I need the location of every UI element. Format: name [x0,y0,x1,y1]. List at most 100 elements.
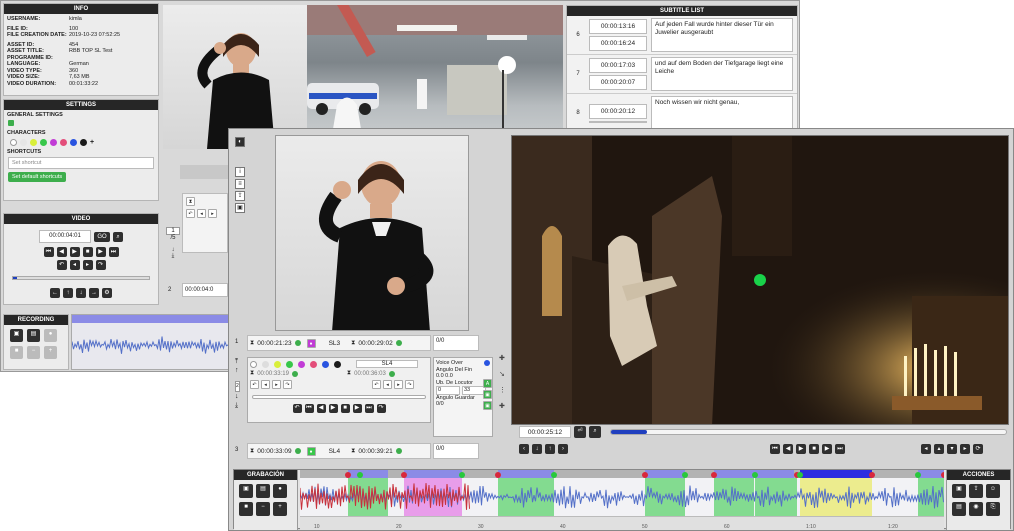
voice-over-toggle[interactable] [484,360,490,366]
settings-gear-icon[interactable]: ⚙ [102,288,112,298]
camera-icon[interactable]: ▣ [10,329,23,342]
timeline-marker-icon[interactable] [345,472,351,478]
character-color-icon[interactable] [40,139,47,146]
record-icon[interactable]: ● [44,329,57,342]
sub2-prev2-icon[interactable]: ◂ [383,380,392,389]
acc-subtitle-icon[interactable]: ▤ [952,502,966,516]
sub2-redo-icon[interactable]: ↷ [283,380,292,389]
grab-minus-icon[interactable]: − [256,502,270,516]
nav-top-icon[interactable]: ⤒ [235,357,240,366]
fg-stop-icon[interactable]: ■ [809,444,819,454]
nudge-right-icon[interactable]: › [558,444,568,454]
nav-bottom-icon[interactable]: ⤓ [235,401,240,410]
char-black-icon[interactable] [334,360,341,368]
redo-icon[interactable]: ↷ [95,260,106,270]
voice-save2-icon[interactable]: ▣ [483,401,492,410]
tool-g-icon[interactable]: ⏭ [364,404,374,413]
sub2-undo-icon[interactable]: ↶ [250,380,259,389]
sub1-in-marker-icon[interactable] [294,340,301,346]
tool-f-icon[interactable]: ▶ [352,404,362,413]
char-blue-icon[interactable] [322,360,329,368]
skip-end-icon[interactable]: ⏭ [108,247,119,257]
nudge-left-icon[interactable]: ‹ [519,444,529,454]
bg-timecode-partial[interactable]: 00:00:04:0 [182,283,228,297]
char-grey-icon[interactable] [262,360,269,368]
subtitle-out-time[interactable] [589,120,647,123]
angle-unlink-icon[interactable]: ⋮ [499,383,506,399]
acc-save-icon[interactable]: ▣ [952,484,966,498]
play-icon[interactable]: ▶ [69,247,80,257]
360-video[interactable] [511,135,1009,425]
nudge-up-icon[interactable]: ↑ [545,444,555,454]
sub1-out[interactable]: 00:00:29:02 [358,340,392,347]
view-left-icon[interactable]: ◂ [921,444,931,454]
tool-d-icon[interactable]: ▶ [328,404,338,413]
add-character-icon[interactable]: + [90,139,94,146]
view-right-icon[interactable]: ▸ [960,444,970,454]
fg-skip-end-icon[interactable]: ⏭ [835,444,845,454]
timeline-marker-icon[interactable] [915,472,921,478]
go-icon[interactable]: ⏎ [574,426,586,438]
bg-page-input[interactable]: 1 [166,227,180,235]
set-default-shortcuts-button[interactable]: Set default shortcuts [8,172,67,182]
subtitle-text[interactable]: und auf dem Boden der Tiefgarage liegt e… [651,57,793,91]
voice-a-icon[interactable]: A [483,379,492,388]
sub2-in[interactable]: 00:00:33:19 [257,371,289,377]
sub1-character-icon[interactable]: ● [306,338,316,348]
sub2-out-marker-icon[interactable] [388,370,395,377]
minus-icon[interactable]: − [27,346,40,359]
character-color-icon[interactable] [30,139,37,146]
player-timecode[interactable]: 00:00:25:12 [519,426,571,438]
subtitle-out-time[interactable]: 00:00:16:24 [589,36,647,51]
info-icon[interactable]: i [235,167,245,177]
character-color-icon[interactable] [10,139,17,146]
video-progress-bar[interactable] [12,276,150,280]
next-icon[interactable]: ▸ [82,260,93,270]
arrow-down-icon[interactable]: ↓ [76,288,86,298]
tool-e-icon[interactable]: ■ [340,404,350,413]
char-green-icon[interactable] [286,360,293,368]
arrow-left-icon[interactable]: ← [50,288,60,298]
list-icon[interactable]: ≡ [235,179,245,189]
row-index[interactable]: 2 [235,381,240,392]
subtitle-out-time[interactable]: 00:00:20:07 [589,75,647,90]
tool-a-icon[interactable]: ↶ [292,404,302,413]
timeline-marker-icon[interactable] [711,472,717,478]
plus-icon[interactable]: + [44,346,57,359]
character-color-icon[interactable] [20,139,27,146]
toggle-icon[interactable]: ◐ [235,137,245,147]
character-color-icon[interactable] [50,139,57,146]
timeline-marker-icon[interactable] [357,472,363,478]
search-icon[interactable]: ⌕ [113,231,123,242]
stop-icon[interactable]: ■ [82,247,93,257]
view-down-icon[interactable]: ▾ [947,444,957,454]
video-timecode[interactable]: 00:00:04:01 [39,230,91,243]
shortcut-input[interactable]: Set shortcut [8,157,154,169]
voice-save-icon[interactable]: ▣ [483,390,492,399]
upload-icon[interactable]: ⇪ [235,191,245,201]
timeline-marker-icon[interactable] [797,472,803,478]
timeline-marker-icon[interactable] [459,472,465,478]
character-color-icon[interactable] [70,139,77,146]
sub3-in[interactable]: 00:00:33:09 [257,448,291,455]
bg-next-icon[interactable]: ▸ [208,209,217,218]
sub2-redo2-icon[interactable]: ↷ [405,380,414,389]
sub3-character-icon[interactable]: ● [306,446,316,456]
bg-prev-icon[interactable]: ◂ [197,209,206,218]
sub3-out-marker-icon[interactable] [395,448,402,454]
prev-icon[interactable]: ◂ [69,260,80,270]
fg-play-icon[interactable]: ▶ [796,444,806,454]
char-red-icon[interactable] [310,360,317,368]
nav-up-icon[interactable]: ↑ [235,366,240,375]
tool-h-icon[interactable]: ↷ [376,404,386,413]
acc-export-icon[interactable]: ⇪ [969,484,983,498]
player-search-icon[interactable]: ⌕ [589,426,601,438]
timeline-marker-icon[interactable] [551,472,557,478]
character-color-icon[interactable] [60,139,67,146]
timeline-marker-icon[interactable] [495,472,501,478]
angle-plus2-icon[interactable]: ✚ [499,399,506,415]
subtitle-list-item[interactable]: 6 00:00:13:16 00:00:16:24 Auf jeden Fall wu… [567,16,797,55]
acc-cc-icon[interactable]: ⎘ [986,502,1000,516]
general-settings-toggle[interactable] [8,120,14,126]
sub2-undo2-icon[interactable]: ↶ [372,380,381,389]
